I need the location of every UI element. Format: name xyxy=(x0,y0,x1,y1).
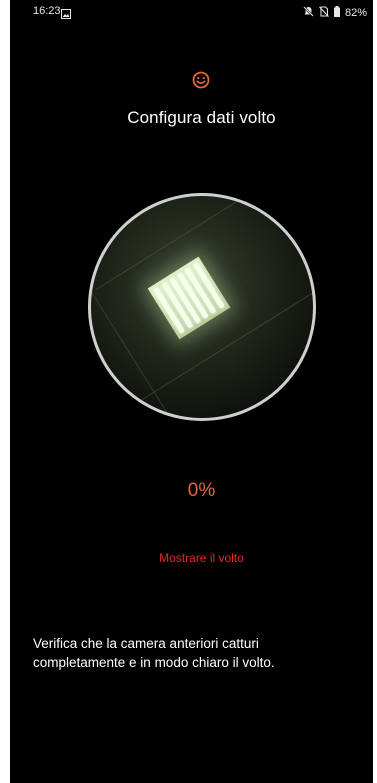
status-time: 16:23 xyxy=(33,5,61,17)
notifications-muted-icon xyxy=(303,4,314,22)
smiley-face-icon xyxy=(191,70,211,95)
page-title: Configura dati volto xyxy=(127,108,276,127)
battery-percent: 82% xyxy=(344,7,367,19)
gallery-icon xyxy=(61,6,71,24)
face-setup-screen: 16:23 82% Configura dati volto 0% Mostra… xyxy=(10,0,373,783)
battery-icon xyxy=(333,4,340,22)
camera-preview-ring xyxy=(88,193,316,421)
face-hint: Mostrare il volto xyxy=(159,551,244,565)
ceiling-light xyxy=(147,256,231,340)
status-bar: 16:23 82% xyxy=(10,0,373,22)
instruction-text: Verifica che la camera anteriori catturi… xyxy=(33,636,275,670)
status-icons: 82% xyxy=(303,4,367,22)
no-sim-icon xyxy=(319,4,329,22)
progress-percent: 0% xyxy=(187,480,216,501)
camera-preview xyxy=(91,196,313,418)
